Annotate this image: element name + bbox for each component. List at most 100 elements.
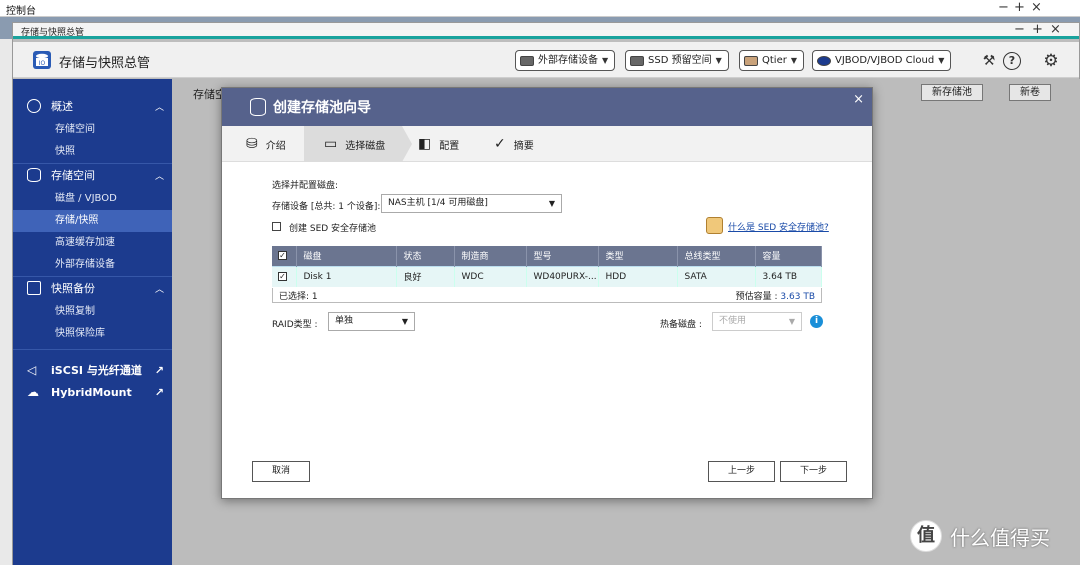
wizard-steps: ⛁ 介绍 ▭ 选择磁盘 ◧ 配置 ✓ 摘要 xyxy=(222,126,872,162)
iscsi-icon: ◁ xyxy=(27,363,37,377)
wizard-title: 创建存储池向导 xyxy=(273,100,371,116)
storage-logo-icon: IO xyxy=(33,51,51,69)
outer-titlebar: 控制台 − + × xyxy=(0,0,1080,17)
outer-minimize-button[interactable]: − xyxy=(998,0,1009,16)
sed-checkbox[interactable] xyxy=(272,222,281,231)
database-icon xyxy=(27,168,41,182)
sidebar-item-storage-space[interactable]: 存储空间 xyxy=(13,119,172,141)
watermark-logo: 值 xyxy=(910,520,942,552)
hot-spare-select[interactable]: 不使用 ▼ xyxy=(712,312,802,331)
column-header[interactable]: 状态 xyxy=(396,246,455,266)
cancel-button[interactable]: 取消 xyxy=(252,461,310,482)
outer-maximize-button[interactable]: + xyxy=(1014,0,1025,16)
step-summary: ✓ 摘要 xyxy=(494,126,564,162)
table-cell: 良好 xyxy=(396,265,455,287)
step-label: 选择磁盘 xyxy=(345,140,386,152)
table-cell: WD40PURX-... xyxy=(526,265,599,287)
chevron-down-icon: ▼ xyxy=(715,56,722,65)
column-header[interactable]: 磁盘 xyxy=(296,246,397,266)
sidebar-item-snapshot-vault[interactable]: 快照保险库 xyxy=(13,323,172,345)
dropdown-arrow-icon: ▼ xyxy=(788,317,795,326)
new-storage-pool-button[interactable]: 新存储池 xyxy=(921,84,983,101)
external-link-icon: ↗ xyxy=(154,385,164,399)
sed-help-link[interactable]: 什么是 SED 安全存储池? xyxy=(728,220,829,233)
info-icon[interactable]: i xyxy=(810,315,823,328)
diagnostic-tool-icon[interactable]: ⚒ xyxy=(980,52,998,70)
table-cell: SATA xyxy=(677,265,756,287)
vjbod-label: VJBOD/VJBOD Cloud xyxy=(835,55,935,66)
step-select-disks: ▭ 选择磁盘 xyxy=(304,126,402,162)
qtier-icon xyxy=(744,55,758,66)
sidebar-item-snapshot[interactable]: 快照 xyxy=(13,141,172,163)
sidebar-link-hybridmount[interactable]: ☁ HybridMount ↗ xyxy=(13,381,172,403)
new-volume-button[interactable]: 新卷 xyxy=(1009,84,1051,101)
vjbod-button[interactable]: VJBOD/VJBOD Cloud ▼ xyxy=(812,50,952,71)
outer-close-button[interactable]: × xyxy=(1031,0,1042,16)
wizard-header: 创建存储池向导 × xyxy=(222,88,872,126)
sidebar-item-external-storage[interactable]: 外部存储设备 xyxy=(13,254,172,276)
step-label: 配置 xyxy=(439,140,460,152)
help-icon[interactable]: ? xyxy=(1003,52,1021,70)
hot-spare-value: 不使用 xyxy=(719,316,747,326)
hot-spare-label: 热备磁盘 : xyxy=(660,320,702,330)
device-label: 存储设备 [总共: 1 个设备]: xyxy=(272,202,381,212)
wizard-close-button[interactable]: × xyxy=(853,92,864,107)
app-close-button[interactable]: × xyxy=(1050,22,1061,38)
sidebar-group-label: 快照备份 xyxy=(51,282,95,295)
column-header[interactable]: 类型 xyxy=(598,246,678,266)
select-all-checkbox[interactable]: ✓ xyxy=(278,250,287,260)
step-label: 介绍 xyxy=(265,140,286,152)
ssd-reserve-button[interactable]: SSD 预留空间 ▼ xyxy=(625,50,729,71)
sidebar-item-disks-vjbod[interactable]: 磁盘 / VJBOD xyxy=(13,188,172,210)
column-header[interactable]: 容量 xyxy=(755,246,822,266)
table-row[interactable]: ✓ Disk 1 良好 WDC WD40PURX-... HDD SATA 3.… xyxy=(272,265,822,287)
sidebar-item-storage-snapshots[interactable]: 存储/快照 xyxy=(13,210,172,232)
previous-button[interactable]: 上一步 xyxy=(708,461,775,482)
table-cell: WDC xyxy=(454,265,527,287)
svg-text:IO: IO xyxy=(39,60,46,67)
app-maximize-button[interactable]: + xyxy=(1032,22,1043,38)
checkmark-circle-icon: ✓ xyxy=(494,136,506,152)
app-name: 存储与快照总管 xyxy=(59,56,151,71)
create-pool-wizard: 创建存储池向导 × ⛁ 介绍 ▭ 选择磁盘 ◧ 配置 ✓ 摘要 选择并配置磁盘:… xyxy=(221,87,873,499)
dropdown-arrow-icon: ▼ xyxy=(548,199,555,208)
app-window-title: 存储与快照总管 xyxy=(21,28,85,38)
app-minimize-button[interactable]: − xyxy=(1014,22,1025,38)
qtier-label: Qtier xyxy=(762,55,787,66)
select-all-cell[interactable]: ✓ xyxy=(272,246,297,266)
selected-count: 已选择: 1 xyxy=(279,292,318,302)
app-titlebar: 存储与快照总管 − + × xyxy=(13,22,1079,39)
outer-title: 控制台 xyxy=(6,6,36,17)
sidebar-link-label: HybridMount xyxy=(51,385,132,399)
next-button[interactable]: 下一步 xyxy=(780,461,847,482)
column-header[interactable]: 型号 xyxy=(526,246,599,266)
table-header-row: ✓ 磁盘 状态 制造商 型号 类型 总线类型 容量 xyxy=(272,246,822,266)
table-cell: HDD xyxy=(598,265,678,287)
sidebar-group-snapshot-backup[interactable]: 快照备份 ︿ xyxy=(13,277,172,299)
step-label: 摘要 xyxy=(513,140,534,152)
row-checkbox-cell[interactable]: ✓ xyxy=(272,265,297,287)
configure-icon: ◧ xyxy=(418,136,432,152)
column-header[interactable]: 制造商 xyxy=(454,246,527,266)
introduction-icon: ⛁ xyxy=(246,136,258,152)
raid-type-select[interactable]: 单独 ▼ xyxy=(328,312,415,331)
chevron-up-icon: ︿ xyxy=(154,171,164,182)
sed-label: 创建 SED 安全存储池 xyxy=(289,224,377,234)
sidebar-group-overview[interactable]: 概述 ︿ xyxy=(13,95,172,117)
qtier-button[interactable]: Qtier ▼ xyxy=(739,50,804,71)
sidebar-group-storage[interactable]: 存储空间 ︿ xyxy=(13,164,172,186)
column-header[interactable]: 总线类型 xyxy=(677,246,756,266)
external-storage-button[interactable]: 外部存储设备 ▼ xyxy=(515,50,616,71)
storage-device-select[interactable]: NAS主机 [1/4 可用磁盘] ▼ xyxy=(381,194,562,213)
sidebar-item-snapshot-replica[interactable]: 快照复制 xyxy=(13,301,172,323)
row-checkbox[interactable]: ✓ xyxy=(278,271,287,281)
table-cell: 3.64 TB xyxy=(755,265,822,287)
sidebar-link-iscsi[interactable]: ◁ iSCSI 与光纤通道 ↗ xyxy=(13,359,172,381)
table-cell: Disk 1 xyxy=(296,265,397,287)
settings-gear-icon[interactable]: ⚙ xyxy=(1042,52,1060,70)
external-storage-icon xyxy=(520,55,534,66)
estimated-capacity: 预估容量 : 3.63 TB xyxy=(736,289,815,302)
sidebar-item-cache-acceleration[interactable]: 高速缓存加速 xyxy=(13,232,172,254)
sidebar: 概述 ︿ 存储空间 快照 存储空间 ︿ 磁盘 / VJBOD 存储/快照 高速缓… xyxy=(13,79,172,565)
external-link-icon: ↗ xyxy=(154,363,164,377)
